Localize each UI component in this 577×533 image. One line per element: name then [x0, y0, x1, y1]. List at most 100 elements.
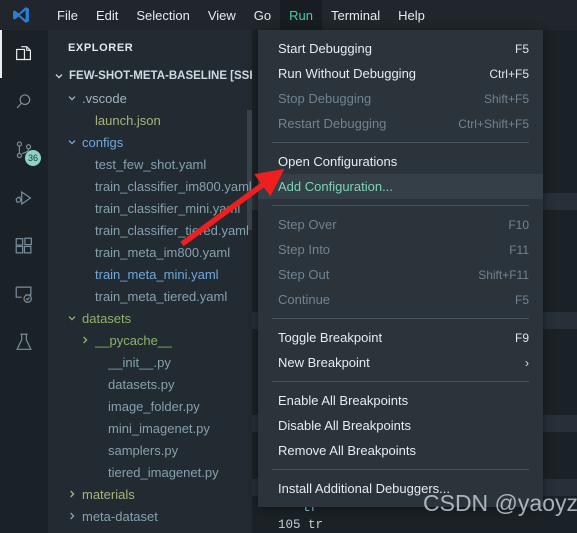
tree-row[interactable]: launch.json — [48, 109, 252, 131]
tree-row[interactable]: datasets.py — [48, 373, 252, 395]
menu-item-disable-all-breakpoints[interactable]: Disable All Breakpoints — [258, 413, 543, 438]
menu-item-toggle-breakpoint[interactable]: Toggle Breakpoint F9 — [258, 325, 543, 350]
menu-item-label: Continue — [278, 292, 331, 307]
menu-item-label: Stop Debugging — [278, 91, 372, 106]
activity-item-source-control[interactable]: 36 — [0, 126, 48, 174]
menubar-item-selection[interactable]: Selection — [127, 0, 198, 30]
chevron-right-icon — [65, 489, 79, 499]
tree-row[interactable]: samplers.py — [48, 439, 252, 461]
tree-row[interactable]: tiered_imagenet.py — [48, 461, 252, 483]
tree-row[interactable]: train_classifier_im800.yaml — [48, 175, 252, 197]
menu-item-label: Step Into — [278, 242, 331, 257]
vscode-logo-icon — [6, 0, 36, 30]
menu-bar[interactable]: File Edit Selection View Go Run Terminal Help — [48, 0, 434, 30]
menubar-item-run[interactable]: Run — [280, 0, 322, 30]
tree-row[interactable]: train_classifier_mini.yaml — [48, 197, 252, 219]
explorer-sidebar[interactable]: EXPLORER FEW-SHOT-META-BASELINE [SSH: Z.… — [48, 30, 252, 533]
chevron-right-icon — [65, 511, 79, 521]
chevron-down-icon — [65, 313, 79, 323]
menu-item-shortcut: F11 — [509, 242, 529, 257]
menu-item-label: Step Out — [278, 267, 330, 282]
tree-row[interactable]: test_few_shot.yaml — [48, 153, 252, 175]
activity-item-run-debug[interactable] — [0, 174, 48, 222]
activity-item-search[interactable] — [0, 78, 48, 126]
menubar-item-help[interactable]: Help — [389, 0, 434, 30]
menu-item-shortcut: F9 — [514, 330, 529, 345]
file-tree[interactable]: FEW-SHOT-META-BASELINE [SSH: Z .vscode la… — [48, 65, 252, 527]
tree-row[interactable]: mini_imagenet.py — [48, 417, 252, 439]
tree-item-label: train_classifier_tiered.yaml — [95, 222, 249, 238]
menu-item-step-out: Step Out Shift+F11 — [258, 262, 543, 287]
vscode-window: atasetain, n_sry =nfig._trai_trainfig._t… — [0, 0, 577, 533]
tree-item-label: image_folder.py — [108, 398, 200, 414]
menu-item-stop-debugging: Stop Debugging Shift+F5 — [258, 86, 543, 111]
run-and-debug-icon — [13, 187, 35, 209]
tree-item-label: meta-dataset — [82, 508, 158, 524]
menu-item-label: Remove All Breakpoints — [278, 443, 417, 458]
tree-row[interactable]: datasets — [48, 307, 252, 329]
menu-item-shortcut: Ctrl+F5 — [489, 66, 529, 81]
code-fragment: 105 tr — [278, 518, 324, 532]
tree-row[interactable]: meta-dataset — [48, 505, 252, 527]
menubar-item-file[interactable]: File — [48, 0, 87, 30]
menu-item-restart-debugging: Restart Debugging Ctrl+Shift+F5 — [258, 111, 543, 136]
menu-item-add-configuration[interactable]: Add Configuration... — [258, 174, 543, 199]
menubar-item-go[interactable]: Go — [245, 0, 280, 30]
menu-item-label: Install Additional Debuggers... — [278, 481, 450, 496]
menu-separator — [272, 205, 529, 206]
sidebar-scrollbar[interactable] — [247, 110, 252, 230]
remote-explorer-icon — [13, 283, 35, 305]
tree-item-label: datasets.py — [108, 376, 175, 392]
explorer-title: EXPLORER — [68, 41, 134, 54]
tree-item-label: train_meta_mini.yaml — [95, 266, 219, 282]
menubar-item-edit[interactable]: Edit — [87, 0, 127, 30]
menu-item-step-into: Step Into F11 — [258, 237, 543, 262]
tree-row[interactable]: __pycache__ — [48, 329, 252, 351]
tree-item-label: __pycache__ — [95, 332, 173, 348]
chevron-right-icon: › — [525, 355, 529, 370]
title-bar: File Edit Selection View Go Run Terminal Help — [0, 0, 577, 30]
tree-row[interactable]: train_meta_mini.yaml — [48, 263, 252, 285]
tree-item-label: train_meta_im800.yaml — [95, 244, 231, 260]
menu-item-remove-all-breakpoints[interactable]: Remove All Breakpoints — [258, 438, 543, 463]
tree-row[interactable]: __init__.py — [48, 351, 252, 373]
activity-item-extensions[interactable] — [0, 222, 48, 270]
tree-item-label: launch.json — [95, 112, 161, 128]
tree-item-label: mini_imagenet.py — [108, 420, 210, 436]
menu-item-new-breakpoint[interactable]: New Breakpoint › — [258, 350, 543, 375]
menu-item-label: Step Over — [278, 217, 337, 232]
menu-item-run-without-debugging[interactable]: Run Without Debugging Ctrl+F5 — [258, 61, 543, 86]
tree-row[interactable]: train_meta_tiered.yaml — [48, 285, 252, 307]
activity-item-explorer[interactable] — [0, 30, 48, 78]
tree-row[interactable]: image_folder.py — [48, 395, 252, 417]
chevron-down-icon — [65, 137, 79, 147]
chevron-down-icon — [52, 71, 66, 81]
menu-item-open-configurations[interactable]: Open Configurations — [258, 149, 543, 174]
menu-item-enable-all-breakpoints[interactable]: Enable All Breakpoints — [258, 388, 543, 413]
run-menu-dropdown[interactable]: Start Debugging F5 Run Without Debugging Ct… — [258, 30, 543, 507]
activity-item-remote-explorer[interactable] — [0, 270, 48, 318]
menu-item-shortcut: Shift+F11 — [478, 267, 529, 282]
tree-row[interactable]: .vscode — [48, 87, 252, 109]
tree-item-label: train_classifier_im800.yaml — [95, 178, 252, 194]
search-icon — [13, 91, 35, 113]
menu-item-start-debugging[interactable]: Start Debugging F5 — [258, 36, 543, 61]
tree-item-label: .vscode — [82, 90, 127, 106]
tree-row[interactable]: FEW-SHOT-META-BASELINE [SSH: Z — [48, 65, 252, 87]
tree-row[interactable]: train_meta_im800.yaml — [48, 241, 252, 263]
files-explorer-icon — [13, 43, 35, 65]
activity-bar[interactable]: 36 — [0, 30, 48, 533]
menu-separator — [272, 318, 529, 319]
menu-item-label: Toggle Breakpoint — [278, 330, 383, 345]
activity-item-testing[interactable] — [0, 318, 48, 366]
tree-row[interactable]: materials — [48, 483, 252, 505]
menu-item-label: Add Configuration... — [278, 179, 393, 194]
menubar-item-view[interactable]: View — [199, 0, 245, 30]
menu-item-label: Enable All Breakpoints — [278, 393, 409, 408]
tree-row[interactable]: train_classifier_tiered.yaml — [48, 219, 252, 241]
tree-item-label: test_few_shot.yaml — [95, 156, 207, 172]
extensions-icon — [13, 235, 35, 257]
menu-item-install-additional-debuggers[interactable]: Install Additional Debuggers... — [258, 476, 543, 501]
tree-row[interactable]: configs — [48, 131, 252, 153]
menubar-item-terminal[interactable]: Terminal — [322, 0, 389, 30]
